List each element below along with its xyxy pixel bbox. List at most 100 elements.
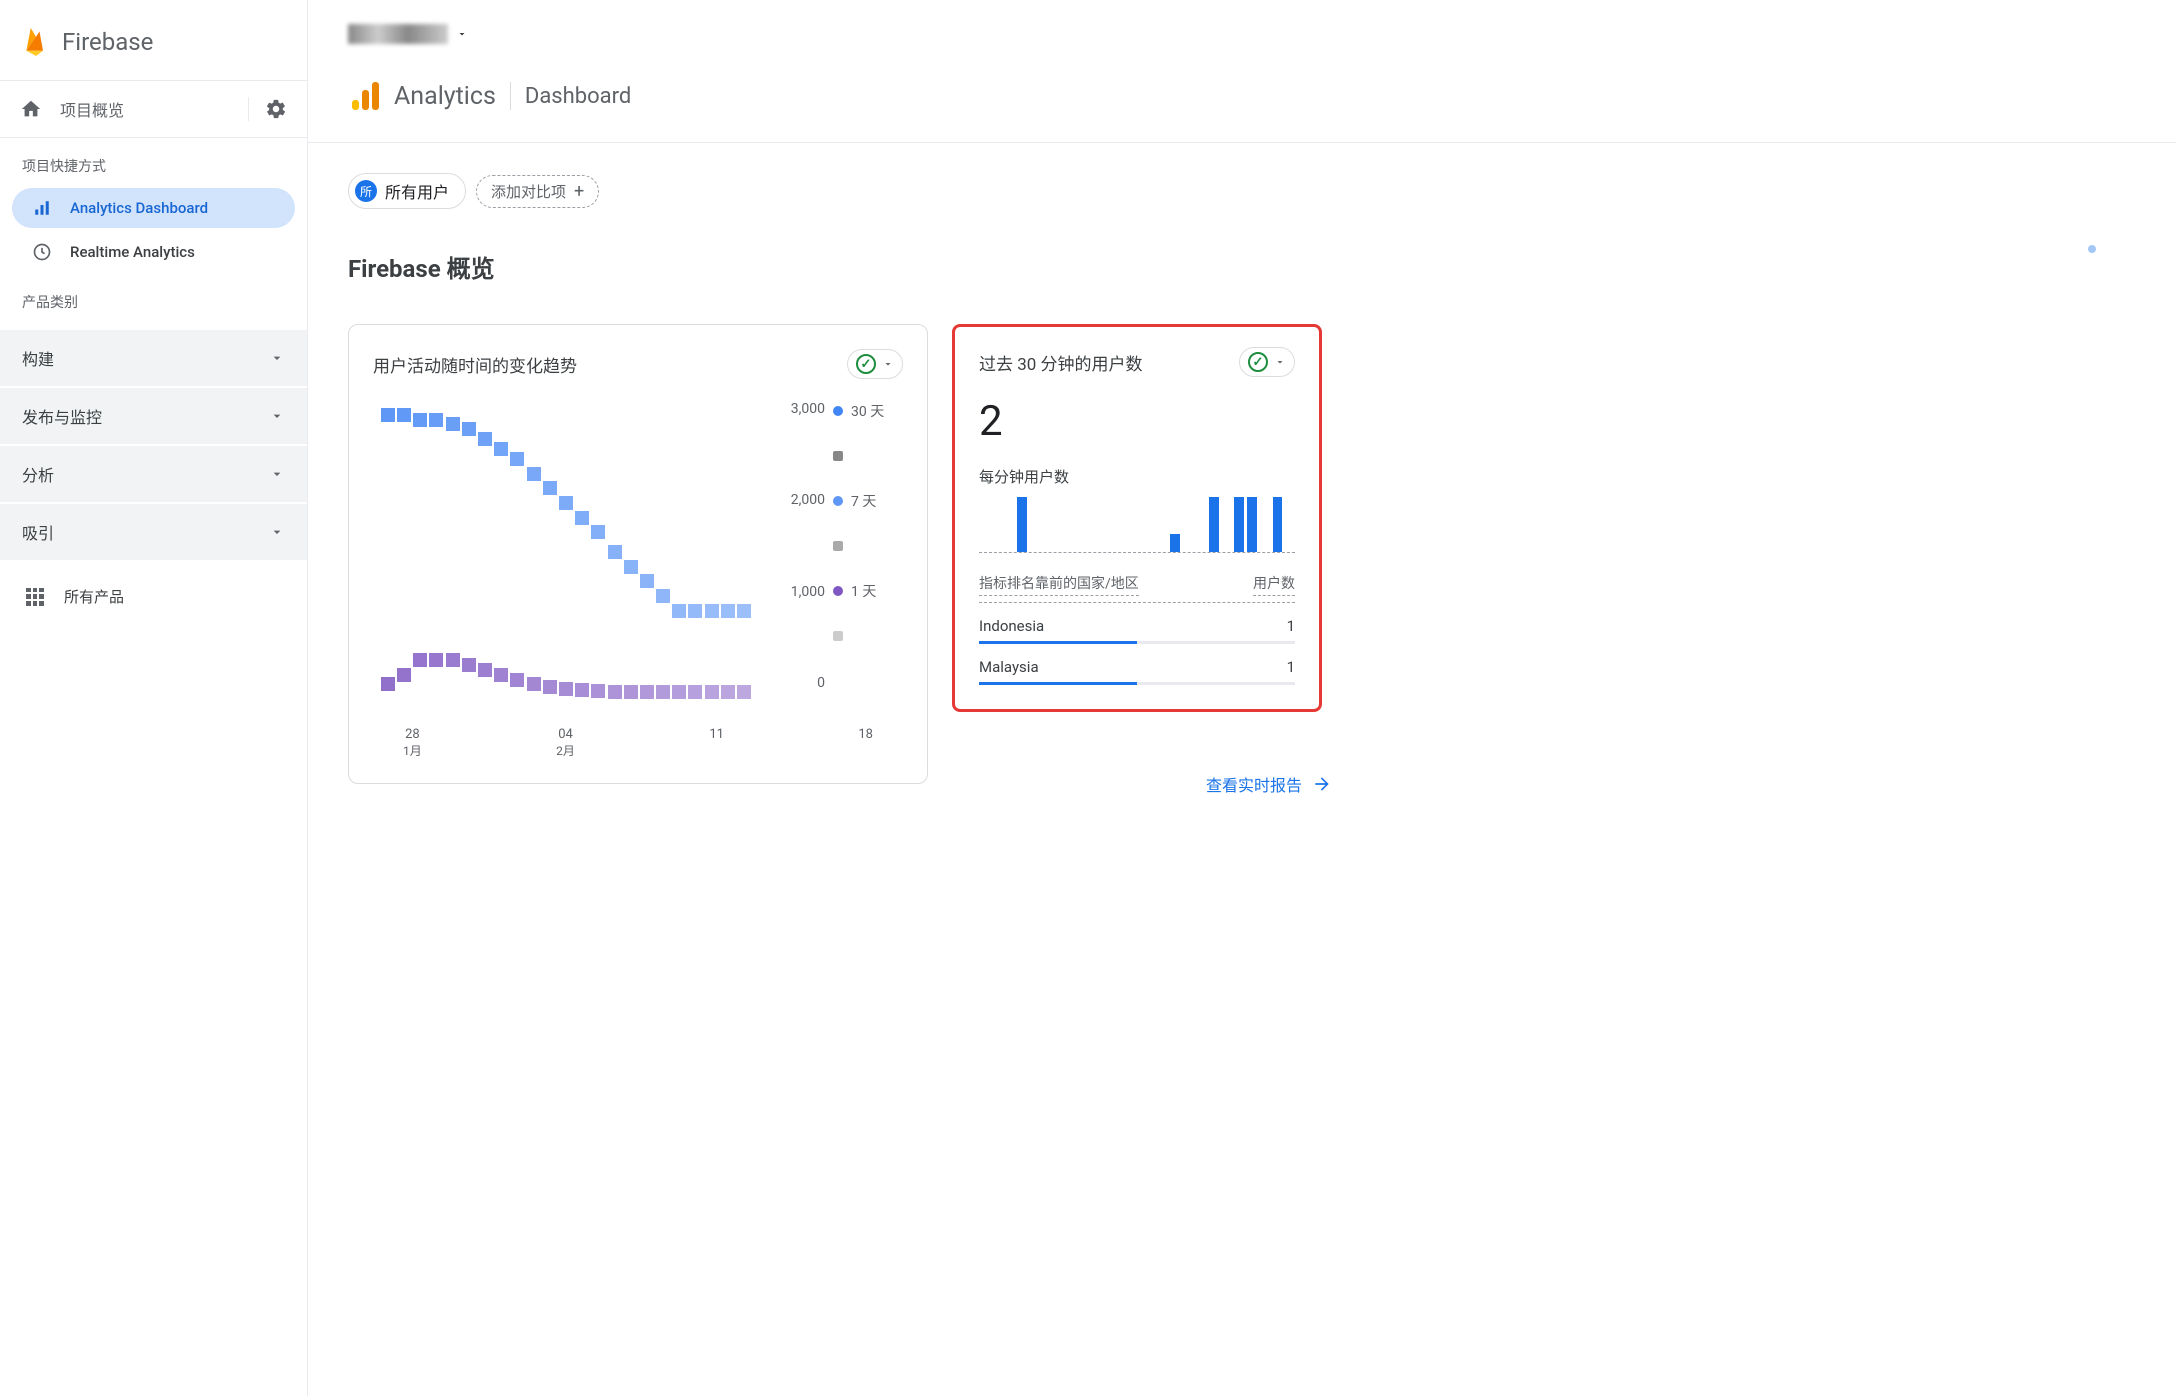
- data-point: [608, 545, 622, 559]
- data-point: [559, 682, 573, 696]
- minibar: [1247, 497, 1257, 552]
- data-point: [413, 413, 427, 427]
- realtime-card: 过去 30 分钟的用户数 2 每分钟用户数 指标排名靠前的国家/地区 用户数: [952, 324, 1322, 712]
- data-point: [543, 680, 557, 694]
- country-list: Indonesia1Malaysia1: [979, 607, 1295, 689]
- chip-label: 添加对比项: [491, 181, 566, 202]
- firebase-logo-icon: [22, 24, 50, 60]
- country-name: Malaysia: [979, 658, 1039, 676]
- card-title: 过去 30 分钟的用户数: [979, 350, 1143, 375]
- card-header: 过去 30 分钟的用户数: [979, 347, 1295, 377]
- legend-square: [833, 451, 843, 461]
- chart-area: 3,000 2,000 1,000 0 30 天: [373, 399, 903, 719]
- data-point: [737, 604, 751, 618]
- project-overview-row[interactable]: 项目概览: [0, 81, 307, 138]
- minibar: [1170, 534, 1180, 552]
- view-realtime-link[interactable]: 查看实时报告: [1206, 772, 1332, 796]
- legend-item: [833, 631, 903, 641]
- gear-icon[interactable]: [265, 98, 287, 120]
- plus-icon: +: [574, 181, 584, 202]
- project-overview-label: 项目概览: [60, 97, 232, 121]
- country-count: 1: [1287, 658, 1295, 676]
- cards-row: 用户活动随时间的变化趋势 3,000 2,000 1,000 0: [348, 324, 2136, 796]
- caret-down-icon: [456, 28, 468, 40]
- chevron-down-icon: [269, 408, 285, 424]
- brand-name: Firebase: [62, 28, 153, 56]
- legend-dot: [833, 586, 843, 596]
- data-point: [624, 685, 638, 699]
- legend-square: [833, 541, 843, 551]
- xtick: 042月: [556, 727, 575, 759]
- xtick: 11: [709, 727, 724, 759]
- bar-chart-icon: [32, 198, 52, 218]
- data-point: [446, 417, 460, 431]
- analytics-header: Analytics Dashboard: [348, 68, 2136, 142]
- category-analytics[interactable]: 分析: [0, 446, 307, 502]
- card-title: 用户活动随时间的变化趋势: [373, 352, 577, 377]
- data-point: [575, 683, 589, 697]
- category-release[interactable]: 发布与监控: [0, 388, 307, 444]
- divider: [510, 82, 511, 110]
- data-point: [381, 677, 395, 691]
- chart-plot[interactable]: [373, 399, 769, 719]
- data-point: [429, 413, 443, 427]
- chart-xaxis: 281月 042月 11 18: [373, 719, 903, 759]
- analytics-title: Analytics: [394, 82, 496, 111]
- sidebar: Firebase 项目概览 项目快捷方式 Analytics Dashboard…: [0, 0, 308, 1396]
- sidebar-item-analytics-dashboard[interactable]: Analytics Dashboard: [12, 188, 295, 228]
- status-pill[interactable]: [1239, 347, 1295, 377]
- check-icon: [856, 354, 876, 374]
- all-products-link[interactable]: 所有产品: [0, 562, 307, 631]
- legend-dot: [833, 496, 843, 506]
- status-pill[interactable]: [847, 349, 903, 379]
- filter-row: 所 所有用户 添加对比项 +: [348, 173, 2136, 209]
- category-list: 构建 发布与监控 分析 吸引: [0, 330, 307, 562]
- shortcuts-label: 项目快捷方式: [0, 138, 307, 186]
- sidebar-item-label: Analytics Dashboard: [70, 199, 208, 217]
- chip-badge: 所: [355, 180, 377, 202]
- ytick: 2,000: [777, 492, 825, 508]
- country-header-right: 用户数: [1253, 573, 1295, 596]
- legend-item: [833, 451, 903, 461]
- data-point: [527, 467, 541, 481]
- card-header: 用户活动随时间的变化趋势: [373, 349, 903, 379]
- data-point: [478, 663, 492, 677]
- data-point: [591, 684, 605, 698]
- legend-item: [833, 541, 903, 551]
- xtick: 18: [858, 727, 873, 759]
- filter-add-compare[interactable]: 添加对比项 +: [476, 175, 599, 208]
- all-products-label: 所有产品: [64, 586, 124, 607]
- category-label: 构建: [22, 346, 54, 370]
- country-count: 1: [1287, 617, 1295, 635]
- main-header: Analytics Dashboard: [308, 0, 2176, 142]
- legend-item: 30 天: [833, 401, 903, 421]
- view-realtime-link-wrap: 查看实时报告: [952, 772, 1332, 796]
- data-point: [478, 432, 492, 446]
- data-point: [429, 653, 443, 667]
- sidebar-item-label: Realtime Analytics: [70, 243, 195, 261]
- category-build[interactable]: 构建: [0, 330, 307, 386]
- country-bar: [979, 641, 1295, 644]
- brand-header[interactable]: Firebase: [0, 8, 307, 81]
- arrow-right-icon: [1312, 774, 1332, 794]
- data-point: [413, 653, 427, 667]
- caret-down-icon: [882, 358, 894, 370]
- data-point: [527, 677, 541, 691]
- filter-all-users[interactable]: 所 所有用户: [348, 173, 466, 209]
- project-name-redacted: [348, 24, 448, 44]
- caret-down-icon: [1274, 356, 1286, 368]
- category-engage[interactable]: 吸引: [0, 504, 307, 560]
- country-row: Malaysia 1: [979, 648, 1295, 689]
- data-point: [397, 668, 411, 682]
- minibar-chart: [979, 497, 1295, 553]
- sidebar-item-realtime-analytics[interactable]: Realtime Analytics: [12, 232, 295, 272]
- project-selector[interactable]: [348, 16, 2136, 68]
- country-header-left: 指标排名靠前的国家/地区: [979, 573, 1139, 596]
- check-icon: [1248, 352, 1268, 372]
- data-point: [624, 560, 638, 574]
- clock-icon: [32, 242, 52, 262]
- xtick: 281月: [403, 727, 422, 759]
- main-content: Analytics Dashboard 所 所有用户 添加对比项 + Fireb…: [308, 0, 2176, 1396]
- data-point: [688, 604, 702, 618]
- data-point: [608, 685, 622, 699]
